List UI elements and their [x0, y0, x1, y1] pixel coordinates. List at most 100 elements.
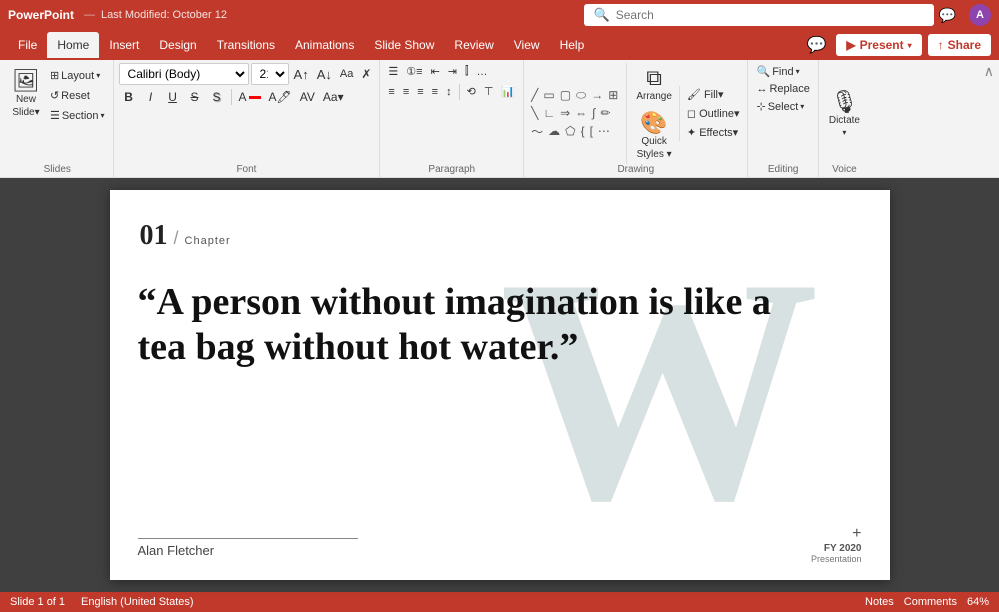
decrease-font-button[interactable]: A↓ [314, 65, 335, 84]
shape-pentagon[interactable]: ⬠ [563, 123, 577, 139]
tab-review[interactable]: Review [444, 32, 503, 58]
main-area: W 01 / Chapter “A person without imagina… [0, 178, 999, 592]
char-spacing-button[interactable]: AV [297, 88, 318, 106]
arrange-button[interactable]: ⧉ Arrange [631, 63, 677, 106]
align-center-button[interactable]: ≡ [400, 84, 412, 100]
quick-styles-button[interactable]: 🎨 Quick Styles ▾ [631, 108, 677, 164]
slide-panel: W 01 / Chapter “A person without imagina… [0, 178, 999, 592]
shape-fill-button[interactable]: 🖌 Fill▾ [684, 86, 743, 103]
ribbon-collapse-button[interactable]: ∧ [984, 63, 994, 80]
search-icon: 🔍 [594, 7, 610, 23]
change-case-button[interactable]: Aa [337, 66, 356, 82]
title-bar: PowerPoint — Last Modified: October 12 🔍… [0, 0, 999, 30]
shape-more[interactable]: ⊞ [606, 87, 620, 103]
comments-button[interactable]: Comments [904, 596, 957, 608]
dictate-label: Dictate [829, 115, 860, 126]
shape-arrow[interactable]: → [589, 87, 605, 103]
shape-rounded[interactable]: ▢ [558, 87, 573, 103]
tab-slideshow[interactable]: Slide Show [364, 32, 444, 58]
select-button[interactable]: ⊹ Select ▾ [753, 98, 807, 115]
font-color-button[interactable]: A [236, 88, 264, 106]
text-align-button[interactable]: ⊤ [481, 83, 497, 100]
separator: — [84, 9, 95, 21]
dictate-icon: 🎙 [830, 91, 858, 113]
last-modified: Last Modified: October 12 [101, 9, 227, 21]
tab-insert[interactable]: Insert [99, 32, 149, 58]
highlight-button[interactable]: A🖊 [266, 88, 295, 106]
shape-curve[interactable]: ∫ [590, 105, 597, 121]
strikethrough-button[interactable]: S [185, 88, 205, 106]
shape-line2[interactable]: ╲ [529, 105, 540, 121]
search-input[interactable] [616, 8, 924, 22]
tab-file[interactable]: File [8, 32, 47, 58]
tab-view[interactable]: View [504, 32, 550, 58]
shape-angle[interactable]: ∟ [541, 105, 557, 121]
shape-oval[interactable]: ⬭ [574, 87, 588, 104]
section-button[interactable]: ☰ Section ▾ [47, 107, 108, 124]
tab-animations[interactable]: Animations [285, 32, 364, 58]
new-slide-button[interactable]: 🖼 New Slide▾ [7, 66, 45, 122]
shape-brace[interactable]: { [579, 123, 587, 139]
slide-watermark: W [440, 210, 860, 570]
share-button[interactable]: ↑ Share [928, 34, 991, 56]
tab-transitions[interactable]: Transitions [207, 32, 285, 58]
search-bar[interactable]: 🔍 [584, 4, 934, 26]
present-button[interactable]: ▶ Present ▾ [836, 34, 921, 56]
ribbon-tabs: File Home Insert Design Transitions Anim… [0, 30, 999, 60]
language-indicator: English (United States) [81, 596, 194, 608]
tab-design[interactable]: Design [149, 32, 206, 58]
line-spacing-button[interactable]: ↕ [443, 84, 455, 100]
font-family-selector[interactable]: Calibri (Body) [119, 63, 249, 85]
shape-cloud[interactable]: ☁ [546, 123, 562, 139]
shape-more2[interactable]: ⋯ [596, 123, 612, 139]
shape-rect[interactable]: ▭ [541, 87, 556, 103]
tab-help[interactable]: Help [550, 32, 595, 58]
avatar[interactable]: A [969, 4, 991, 26]
para-more-button[interactable]: … [474, 64, 491, 80]
find-icon: 🔍 [756, 65, 770, 78]
clear-format-button[interactable]: ✗ [358, 65, 374, 83]
decrease-indent-button[interactable]: ⇤ [428, 63, 443, 80]
font-size-selector[interactable]: 21 [251, 63, 289, 85]
shadow-button[interactable]: S [207, 88, 227, 106]
tab-home[interactable]: Home [47, 32, 99, 58]
shape-line[interactable]: ╱ [529, 87, 540, 103]
italic-button[interactable]: I [141, 88, 161, 106]
find-button[interactable]: 🔍 Find ▾ [753, 63, 802, 80]
columns-button[interactable]: ⫿ [462, 63, 472, 80]
chapter-number: 01 [140, 220, 168, 252]
watermark-letter: W [500, 230, 800, 550]
shape-effects-button[interactable]: ✦ Effects▾ [684, 124, 743, 141]
replace-label: Replace [769, 83, 809, 95]
shape-wavy[interactable]: 〜 [529, 122, 545, 141]
increase-indent-button[interactable]: ⇥ [445, 63, 460, 80]
editing-group: 🔍 Find ▾ ↔ Replace ⊹ Select ▾ [748, 60, 818, 177]
shape-double-arrow[interactable]: ⇔ [573, 105, 589, 121]
numbering-button[interactable]: ①≡ [403, 63, 425, 80]
notes-button[interactable]: Notes [865, 596, 894, 608]
justify-button[interactable]: ≡ [429, 84, 441, 100]
replace-button[interactable]: ↔ Replace [753, 81, 812, 97]
align-left-button[interactable]: ≡ [385, 84, 397, 100]
shape-bracket[interactable]: [ [588, 123, 595, 139]
font-size-input[interactable]: Aa▾ [320, 88, 347, 106]
font-group-label: Font [119, 164, 375, 177]
reset-button[interactable]: ↺ Reset [47, 87, 108, 104]
chat-icon[interactable]: 💬 [934, 5, 961, 26]
dictate-button[interactable]: 🎙 Dictate ▾ [824, 87, 865, 141]
shape-arrow2[interactable]: ⇒ [558, 105, 572, 121]
text-dir-button[interactable]: ⟲ [464, 83, 479, 100]
underline-button[interactable]: U [163, 88, 183, 106]
shape-freeform[interactable]: ✏ [598, 105, 612, 121]
bold-button[interactable]: B [119, 88, 139, 106]
slide-canvas[interactable]: W 01 / Chapter “A person without imagina… [110, 190, 890, 580]
increase-font-button[interactable]: A↑ [291, 65, 312, 84]
comments-icon[interactable]: 💬 [802, 31, 830, 59]
shape-outline-button[interactable]: ◻ Outline▾ [684, 105, 743, 122]
bullets-button[interactable]: ☰ [385, 63, 401, 80]
align-right-button[interactable]: ≡ [414, 84, 426, 100]
voice-group-label: Voice [824, 164, 865, 177]
slide-quote[interactable]: “A person without imagination is like a … [138, 280, 810, 370]
layout-button[interactable]: ⊞ Layout ▾ [47, 67, 108, 84]
smartart-button[interactable]: 📊 [498, 83, 518, 100]
